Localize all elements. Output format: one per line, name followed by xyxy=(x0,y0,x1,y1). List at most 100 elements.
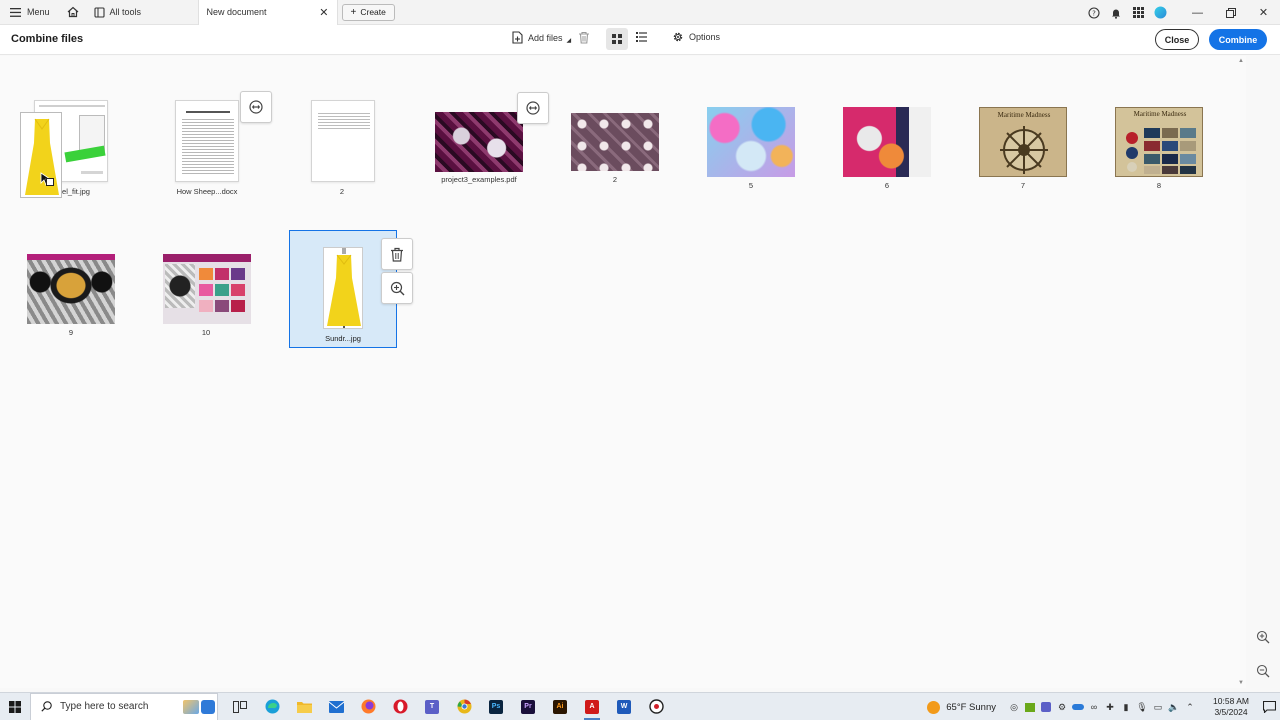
file-label: 7 xyxy=(1020,181,1026,190)
rotate-button[interactable] xyxy=(517,92,549,124)
rotate-button[interactable] xyxy=(240,91,272,123)
file-thumbnail[interactable] xyxy=(175,100,239,184)
volume-icon[interactable]: 🔈 xyxy=(1166,693,1182,720)
minimize-button[interactable]: — xyxy=(1181,0,1214,25)
clock-date: 3/5/2024 xyxy=(1214,707,1248,717)
network-icon[interactable]: ▭ xyxy=(1150,693,1166,720)
file-thumbnail[interactable] xyxy=(571,113,659,171)
system-tray: 65°F Sunny ◎ ⚙ ∞ ✚ ▮ 🎙 ▭ 🔈 ⌃ 10:58 AM 3/… xyxy=(927,693,1280,720)
add-files-button[interactable]: Add files ◢ xyxy=(512,31,571,44)
teams-tray-icon[interactable] xyxy=(1038,693,1054,720)
close-tab-icon[interactable]: ✕ xyxy=(319,6,328,19)
weather-widget[interactable]: 65°F Sunny xyxy=(927,700,996,714)
zoom-out-button[interactable] xyxy=(1256,664,1272,680)
zoom-in-button[interactable] xyxy=(1256,630,1272,646)
file-explorer-icon[interactable] xyxy=(288,693,320,720)
pattern-image: Maritime Madness xyxy=(1115,107,1203,177)
pattern-image: Maritime Madness xyxy=(979,107,1067,177)
delete-file-button[interactable] xyxy=(381,238,413,270)
list-view-button[interactable] xyxy=(636,31,647,45)
file-thumbnail[interactable] xyxy=(18,100,110,200)
grid-view-icon xyxy=(612,34,622,44)
onedrive-icon[interactable] xyxy=(1070,693,1086,720)
link-icon[interactable]: ∞ xyxy=(1086,693,1102,720)
file-thumbnail[interactable] xyxy=(323,247,363,329)
file-thumbnail[interactable]: Maritime Madness xyxy=(1115,107,1203,177)
help-icon[interactable]: ? xyxy=(1083,0,1105,25)
teams-icon[interactable]: T xyxy=(416,693,448,720)
tab-all-tools-label: All tools xyxy=(109,7,142,17)
premiere-icon[interactable]: Pr xyxy=(512,693,544,720)
options-button[interactable]: Options xyxy=(672,31,720,43)
scroll-up-icon[interactable]: ▲ xyxy=(1237,58,1245,64)
avatar[interactable] xyxy=(1149,0,1171,25)
grid-view-button[interactable] xyxy=(606,28,628,50)
tab-new-document-label: New document xyxy=(206,7,267,17)
file-thumbnail[interactable] xyxy=(707,107,795,177)
battery-icon[interactable]: ▮ xyxy=(1118,693,1134,720)
steam-icon[interactable]: ⚙ xyxy=(1054,693,1070,720)
photoshop-icon[interactable]: Ps xyxy=(480,693,512,720)
windows-taskbar: Type here to search T Ps Pr Ai A W 65°F … xyxy=(0,692,1280,720)
task-view-icon[interactable] xyxy=(224,693,256,720)
search-icon xyxy=(41,701,52,712)
home-button[interactable] xyxy=(60,0,86,25)
notification-center-icon[interactable] xyxy=(1258,693,1280,720)
minimize-icon: — xyxy=(1192,6,1203,19)
acrobat-icon[interactable]: A xyxy=(576,693,608,720)
combine-toolbar: Combine files Add files ◢ Options Close … xyxy=(0,25,1280,55)
file-thumbnail[interactable] xyxy=(27,254,115,324)
create-button[interactable]: + Create xyxy=(341,3,395,21)
mail-icon[interactable] xyxy=(320,693,352,720)
weather-text: 65°F Sunny xyxy=(946,701,996,713)
scroll-down-icon[interactable]: ▼ xyxy=(1237,680,1245,686)
file-label: 9 xyxy=(68,328,74,337)
menu-button[interactable]: Menu xyxy=(0,0,60,25)
window-close-button[interactable]: ✕ xyxy=(1247,0,1280,25)
illustrator-icon[interactable]: Ai xyxy=(544,693,576,720)
word-icon[interactable]: W xyxy=(608,693,640,720)
taskbar-clock[interactable]: 10:58 AM 3/5/2024 xyxy=(1204,696,1258,718)
file-label: 6 xyxy=(884,181,890,190)
zoom-file-button[interactable] xyxy=(381,272,413,304)
file-thumbnail[interactable]: Maritime Madness xyxy=(979,107,1067,177)
file-label: 5 xyxy=(748,181,754,190)
opera-icon[interactable] xyxy=(384,693,416,720)
tab-new-document[interactable]: New document ✕ xyxy=(197,0,338,25)
close-icon: ✕ xyxy=(1258,7,1269,19)
delete-button[interactable] xyxy=(578,31,590,47)
rotate-icon xyxy=(249,100,263,114)
file-label: Sundr...jpg xyxy=(325,334,361,343)
pattern-image xyxy=(435,112,523,172)
gear-icon xyxy=(673,32,683,42)
vertical-scrollbar[interactable]: ▲ ▼ xyxy=(1237,58,1245,686)
file-thumbnail[interactable] xyxy=(435,112,523,172)
file-thumbnail[interactable] xyxy=(843,107,931,177)
create-label: Create xyxy=(360,7,386,17)
restore-button[interactable] xyxy=(1214,0,1247,25)
chrome-icon[interactable] xyxy=(448,693,480,720)
edge-browser-icon[interactable] xyxy=(256,693,288,720)
screen-recorder-icon[interactable] xyxy=(640,693,672,720)
pattern-image xyxy=(27,254,115,324)
nvidia-icon[interactable] xyxy=(1022,693,1038,720)
notification-bell-icon[interactable] xyxy=(1105,0,1127,25)
pattern-image xyxy=(843,107,931,177)
all-tools-icon xyxy=(93,6,105,18)
file-thumbnail[interactable] xyxy=(311,100,375,184)
tray-overflow-icon[interactable]: ⌃ xyxy=(1182,693,1198,720)
file-thumbnail[interactable] xyxy=(163,254,251,324)
firefox-icon[interactable] xyxy=(352,693,384,720)
file-label: 8 xyxy=(1156,181,1162,190)
creative-cloud-icon[interactable]: ◎ xyxy=(1006,693,1022,720)
options-label: Options xyxy=(689,32,721,42)
microphone-icon[interactable]: 🎙 xyxy=(1134,693,1150,720)
tab-all-tools[interactable]: All tools xyxy=(86,0,198,25)
close-button[interactable]: Close xyxy=(1155,29,1199,50)
pattern-image xyxy=(163,254,251,324)
start-button[interactable] xyxy=(0,693,30,720)
apps-grid-icon[interactable] xyxy=(1127,0,1149,25)
taskbar-search-input[interactable]: Type here to search xyxy=(30,692,218,720)
security-icon[interactable]: ✚ xyxy=(1102,693,1118,720)
combine-button[interactable]: Combine xyxy=(1209,29,1267,50)
